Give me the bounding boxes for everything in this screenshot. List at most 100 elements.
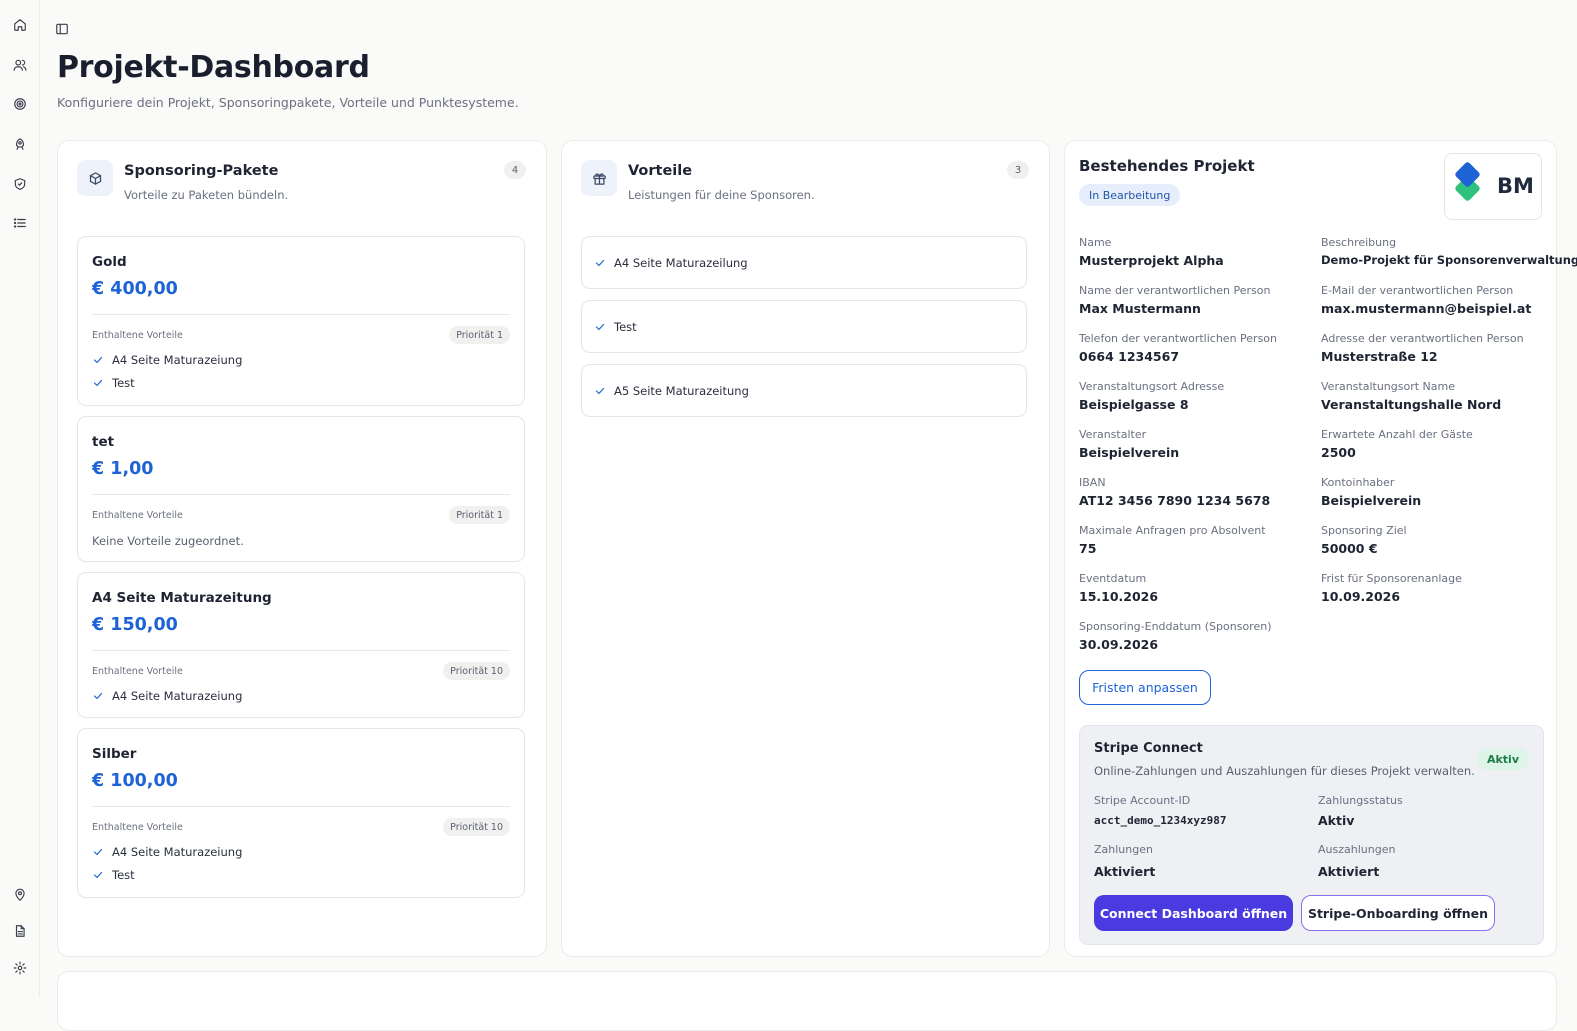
no-advantages-text: Keine Vorteile zugeordnet.	[92, 534, 244, 548]
package-name: A4 Seite Maturazeitung	[92, 590, 272, 606]
divider	[92, 314, 510, 315]
package-advantage-label: Test	[112, 376, 135, 390]
package-advantage-item: A4 Seite Maturazeiung	[92, 689, 242, 703]
advantages-title: Vorteile	[628, 163, 693, 179]
rocket-icon[interactable]	[11, 135, 29, 153]
package-price: € 100,00	[92, 771, 178, 791]
settings-icon[interactable]	[11, 959, 29, 977]
field-value: Max Mustermann	[1079, 301, 1201, 316]
field-value: 50000 €	[1321, 541, 1378, 556]
package-price: € 150,00	[92, 615, 178, 635]
field-label: Maximale Anfragen pro Absolvent	[1079, 524, 1266, 537]
shield-icon[interactable]	[11, 175, 29, 193]
packages-card: Sponsoring-Pakete Vorteile zu Paketen bü…	[57, 140, 547, 957]
advantage-item[interactable]: A5 Seite Maturazeitung	[581, 364, 1027, 417]
package-advantage-label: A4 Seite Maturazeiung	[112, 353, 243, 367]
sidebar-toggle-icon[interactable]	[55, 21, 71, 37]
target-icon[interactable]	[11, 95, 29, 113]
field-label: Veranstaltungsort Adresse	[1079, 380, 1225, 393]
field-label: Frist für Sponsorenanlage	[1321, 572, 1462, 585]
project-logo: BM	[1444, 153, 1542, 220]
payouts-value: Aktiviert	[1318, 864, 1380, 879]
package-card-silber[interactable]: Silber € 100,00 Enthaltene Vorteile Prio…	[77, 728, 525, 898]
field-label: E-Mail der verantwortlichen Person	[1321, 284, 1514, 297]
logo-text: BM	[1497, 174, 1534, 198]
package-card-gold[interactable]: Gold € 400,00 Enthaltene Vorteile Priori…	[77, 236, 525, 406]
field-value: max.mustermann@beispiel.at	[1321, 301, 1532, 316]
field-label: IBAN	[1079, 476, 1106, 489]
field-value: 30.09.2026	[1079, 637, 1159, 652]
users-icon[interactable]	[11, 56, 29, 74]
project-title: Bestehendes Projekt	[1079, 157, 1255, 175]
field-label: Eventdatum	[1079, 572, 1147, 585]
priority-badge: Priorität 10	[443, 662, 510, 680]
package-advantage-label: A4 Seite Maturazeiung	[112, 689, 243, 703]
stripe-subtitle: Online-Zahlungen und Auszahlungen für di…	[1094, 764, 1475, 778]
field-value: Veranstaltungshalle Nord	[1321, 397, 1502, 412]
advantage-item[interactable]: Test	[581, 300, 1027, 353]
check-icon	[92, 690, 104, 702]
payments-value: Aktiviert	[1094, 864, 1156, 879]
stripe-account-value: acct_demo_1234xyz987	[1094, 814, 1227, 827]
check-icon	[594, 385, 606, 397]
field-label: Adresse der verantwortlichen Person	[1321, 332, 1524, 345]
advantage-label: Test	[614, 319, 637, 334]
field-label: Name	[1079, 236, 1112, 249]
map-pin-icon[interactable]	[11, 886, 29, 904]
priority-badge: Priorität 1	[449, 326, 510, 344]
package-advantage-label: Test	[112, 868, 135, 882]
package-card-tet[interactable]: tet € 1,00 Enthaltene Vorteile Priorität…	[77, 416, 525, 562]
home-icon[interactable]	[11, 16, 29, 34]
advantages-subtitle: Leistungen für deine Sponsoren.	[628, 188, 815, 202]
bottom-card	[57, 971, 1557, 1031]
list-icon[interactable]	[11, 214, 29, 232]
payment-status-label: Zahlungsstatus	[1318, 794, 1403, 807]
gift-icon	[581, 160, 617, 196]
payments-label: Zahlungen	[1094, 843, 1153, 856]
check-icon	[92, 869, 104, 881]
field-value: Musterstraße 12	[1321, 349, 1438, 364]
connect-dashboard-button[interactable]: Connect Dashboard öffnen	[1094, 895, 1293, 931]
field-value: Demo-Projekt für Sponsorenverwaltung	[1321, 253, 1577, 267]
package-advantage-item: A4 Seite Maturazeiung	[92, 353, 242, 367]
check-icon	[594, 321, 606, 333]
field-value: 75	[1079, 541, 1097, 556]
check-icon	[92, 377, 104, 389]
package-price: € 400,00	[92, 279, 178, 299]
field-value: 10.09.2026	[1321, 589, 1401, 604]
included-label: Enthaltene Vorteile	[92, 822, 183, 833]
included-label: Enthaltene Vorteile	[92, 666, 183, 677]
stripe-status-badge: Aktiv	[1476, 748, 1529, 770]
package-price: € 1,00	[92, 459, 154, 479]
payouts-label: Auszahlungen	[1318, 843, 1396, 856]
adjust-deadlines-button[interactable]: Fristen anpassen	[1079, 670, 1211, 705]
priority-badge: Priorität 10	[443, 818, 510, 836]
field-value: Beispielverein	[1079, 445, 1180, 460]
field-label: Veranstaltungsort Name	[1321, 380, 1455, 393]
field-value: 2500	[1321, 445, 1356, 460]
field-label: Beschreibung	[1321, 236, 1397, 249]
stripe-connect-panel: Stripe Connect Online-Zahlungen und Ausz…	[1079, 725, 1544, 945]
package-icon	[77, 160, 113, 196]
sidebar-rail	[0, 0, 40, 997]
package-advantage-label: A4 Seite Maturazeiung	[112, 845, 243, 859]
packages-count-badge: 4	[504, 161, 526, 179]
field-value: 15.10.2026	[1079, 589, 1159, 604]
packages-title: Sponsoring-Pakete	[124, 163, 279, 179]
advantage-item[interactable]: A4 Seite Maturazeilung	[581, 236, 1027, 289]
payment-status-value: Aktiv	[1318, 813, 1355, 828]
field-label: Veranstalter	[1079, 428, 1147, 441]
field-label: Sponsoring-Enddatum (Sponsoren)	[1079, 620, 1272, 633]
page-subtitle: Konfiguriere dein Projekt, Sponsoringpak…	[57, 95, 519, 110]
package-advantage-item: Test	[92, 868, 135, 882]
field-value: AT12 3456 7890 1234 5678	[1079, 493, 1271, 508]
check-icon	[92, 354, 104, 366]
stripe-account-label: Stripe Account-ID	[1094, 794, 1191, 807]
divider	[92, 806, 510, 807]
document-icon[interactable]	[11, 922, 29, 940]
package-advantage-item: A4 Seite Maturazeiung	[92, 845, 242, 859]
package-name: tet	[92, 434, 115, 450]
package-card-a4[interactable]: A4 Seite Maturazeitung € 150,00 Enthalte…	[77, 572, 525, 718]
advantages-card: Vorteile Leistungen für deine Sponsoren.…	[561, 140, 1050, 957]
stripe-onboarding-button[interactable]: Stripe-Onboarding öffnen	[1301, 895, 1495, 931]
